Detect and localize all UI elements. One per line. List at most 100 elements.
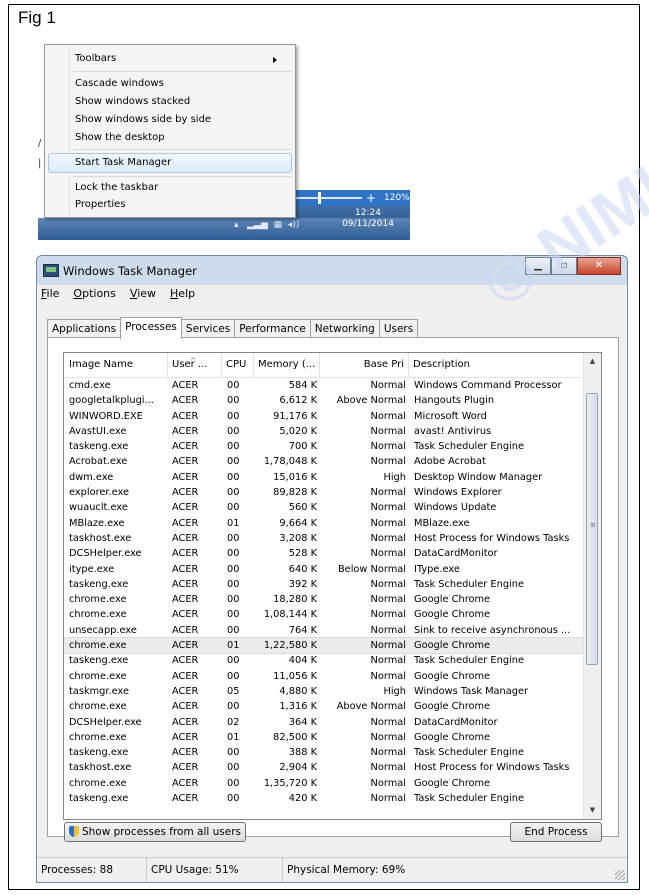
grip-icon: ≡ [590, 521, 596, 529]
cell-user: ACER [172, 395, 199, 407]
menu-item-properties[interactable]: Properties [75, 197, 126, 213]
close-button[interactable]: ✕ [577, 257, 621, 275]
cell-user: ACER [172, 456, 199, 468]
status-bar: Processes: 88 CPU Usage: 51% Physical Me… [37, 857, 627, 882]
menu-item-show-side-by-side[interactable]: Show windows side by side [75, 112, 211, 128]
column-header-base-priority[interactable]: Base Pri [320, 353, 409, 377]
cell-cpu: 00 [227, 425, 240, 437]
cell-base-priority: Normal [370, 716, 406, 728]
menu-separator [73, 149, 292, 150]
clock-time: 12:24 [355, 208, 381, 218]
column-header-user[interactable]: ^ User ... [168, 353, 222, 377]
show-all-processes-button[interactable]: Show processes from all users [64, 822, 246, 842]
process-row[interactable]: AvastUI.exe ACER 00 5,020 K Normal avast! Ant… [64, 424, 584, 439]
submenu-arrow-icon [273, 57, 277, 63]
process-row[interactable]: explorer.exe ACER 00 89,828 K Normal Windows … [64, 485, 584, 500]
minimize-button[interactable]: ▁ [525, 257, 551, 275]
process-row[interactable]: taskeng.exe ACER 00 404 K Normal Task Schedul… [64, 653, 584, 668]
column-header-memory[interactable]: Memory (... [254, 353, 320, 377]
cell-image-name: taskeng.exe [69, 578, 129, 590]
window-body: Applications Processes Services Performa… [37, 303, 627, 882]
scroll-down-icon[interactable]: ▼ [584, 802, 601, 819]
process-row[interactable]: wuauclt.exe ACER 00 560 K Normal Windows Upda… [64, 500, 584, 515]
tab-services[interactable]: Services [180, 319, 236, 338]
tab-networking[interactable]: Networking [309, 319, 380, 338]
process-row[interactable]: dwm.exe ACER 00 15,016 K High Desktop Window … [64, 470, 584, 485]
menu-item-cascade-windows[interactable]: Cascade windows [75, 76, 164, 92]
menu-file[interactable]: File [41, 285, 59, 303]
resize-grip-icon[interactable] [615, 870, 625, 880]
process-row[interactable]: taskhost.exe ACER 00 3,208 K Normal Host Proc… [64, 531, 584, 546]
zoom-slider-thumb[interactable] [318, 192, 321, 204]
process-row[interactable]: taskeng.exe ACER 00 388 K Normal Task Schedul… [64, 745, 584, 760]
cell-user: ACER [172, 425, 199, 437]
process-row[interactable]: chrome.exe ACER 00 1,35,720 K Normal Google C… [64, 776, 584, 791]
cell-user: ACER [172, 685, 199, 697]
menu-item-lock-taskbar[interactable]: Lock the taskbar [75, 180, 158, 196]
cell-memory: 6,612 K [279, 395, 317, 407]
tray-icons[interactable]: ▴ ▂▃▅ ▦ ◂)) [234, 220, 299, 230]
task-manager-icon [43, 264, 59, 277]
tab-users[interactable]: Users [378, 319, 419, 338]
cell-image-name: MBlaze.exe [69, 517, 125, 529]
process-row[interactable]: chrome.exe ACER 00 11,056 K Normal Google Chr… [64, 669, 584, 684]
process-row[interactable]: WINWORD.EXE ACER 00 91,176 K Normal Microsoft… [64, 409, 584, 424]
process-row[interactable]: chrome.exe ACER 00 18,280 K Normal Google Chr… [64, 592, 584, 607]
menu-options[interactable]: Options [73, 285, 115, 303]
process-row[interactable]: googletalkplugi... ACER 00 6,612 K Above Nor… [64, 393, 584, 408]
tab-applications[interactable]: Applications [47, 319, 122, 338]
tab-performance[interactable]: Performance [234, 319, 311, 338]
cell-memory: 1,08,144 K [263, 609, 317, 621]
menu-item-toolbars[interactable]: Toolbars [75, 51, 287, 67]
process-row[interactable]: taskeng.exe ACER 00 700 K Normal Task Schedul… [64, 439, 584, 454]
process-row[interactable]: Acrobat.exe ACER 00 1,78,048 K Normal Adobe A… [64, 454, 584, 469]
cell-memory: 9,664 K [279, 517, 317, 529]
cell-base-priority: Normal [370, 502, 406, 514]
cell-image-name: DCSHelper.exe [69, 548, 142, 560]
process-row[interactable]: taskeng.exe ACER 00 392 K Normal Task Schedul… [64, 577, 584, 592]
process-row[interactable]: unsecapp.exe ACER 00 764 K Normal Sink to rec… [64, 623, 584, 638]
process-row[interactable]: chrome.exe ACER 00 1,316 K Above Normal Googl… [64, 699, 584, 714]
process-row[interactable]: MBlaze.exe ACER 01 9,664 K Normal MBlaze.exe [64, 516, 584, 531]
clock[interactable]: 12:24 09/11/2014 [338, 208, 398, 230]
process-row[interactable]: DCSHelper.exe ACER 02 364 K Normal DataCardMo… [64, 715, 584, 730]
cell-description: Windows Task Manager [414, 685, 529, 697]
process-row[interactable]: taskeng.exe ACER 00 420 K Normal Task Schedul… [64, 791, 584, 806]
process-row[interactable]: chrome.exe ACER 01 82,500 K Normal Google Chr… [64, 730, 584, 745]
column-header-description[interactable]: Description [409, 353, 584, 377]
cell-user: ACER [172, 716, 199, 728]
zoom-in-icon[interactable]: + [366, 190, 376, 206]
scrollbar-thumb[interactable]: ≡ [586, 393, 598, 665]
menu-help[interactable]: Help [170, 285, 195, 303]
process-row[interactable]: taskmgr.exe ACER 05 4,880 K High Windows Task… [64, 684, 584, 699]
column-header-cpu[interactable]: CPU [222, 353, 254, 377]
column-header-image-name[interactable]: Image Name [64, 353, 168, 377]
process-row[interactable]: chrome.exe ACER 01 1,22,580 K Normal Google C… [64, 637, 585, 655]
menu-item-start-task-manager[interactable]: Start Task Manager [75, 155, 171, 171]
cell-base-priority: Below Normal [337, 563, 406, 575]
cell-user: ACER [172, 471, 199, 483]
cell-description: Windows Command Processor [414, 380, 562, 391]
maximize-button[interactable]: ▫ [551, 257, 577, 275]
cell-description: IType.exe [414, 563, 460, 575]
menu-view[interactable]: View [130, 285, 156, 303]
tab-processes[interactable]: Processes [120, 317, 182, 339]
window-controls: ▁ ▫ ✕ [525, 257, 621, 275]
cell-base-priority: Normal [370, 487, 406, 499]
cell-image-name: itype.exe [69, 563, 115, 575]
menu-item-label: Toolbars [75, 53, 117, 64]
menu-separator [73, 71, 292, 72]
cell-base-priority: Normal [370, 793, 406, 805]
end-process-button[interactable]: End Process [510, 822, 602, 842]
menu-item-show-windows-stacked[interactable]: Show windows stacked [75, 94, 190, 110]
cell-cpu: 00 [227, 380, 240, 391]
menu-item-show-desktop[interactable]: Show the desktop [75, 130, 165, 146]
process-row[interactable]: itype.exe ACER 00 640 K Below Normal IType.ex… [64, 562, 584, 577]
title-bar[interactable]: Windows Task Manager [43, 262, 197, 280]
vertical-scrollbar[interactable]: ▲ ≡ ▼ [583, 353, 601, 819]
process-row[interactable]: DCSHelper.exe ACER 00 528 K Normal DataCardMo… [64, 546, 584, 561]
scroll-up-icon[interactable]: ▲ [584, 353, 601, 370]
process-row[interactable]: taskhost.exe ACER 00 2,904 K Normal Host Proc… [64, 760, 584, 775]
process-row[interactable]: cmd.exe ACER 00 584 K Normal Windows Command … [64, 378, 584, 393]
process-row[interactable]: chrome.exe ACER 00 1,08,144 K Normal Google C… [64, 607, 584, 622]
